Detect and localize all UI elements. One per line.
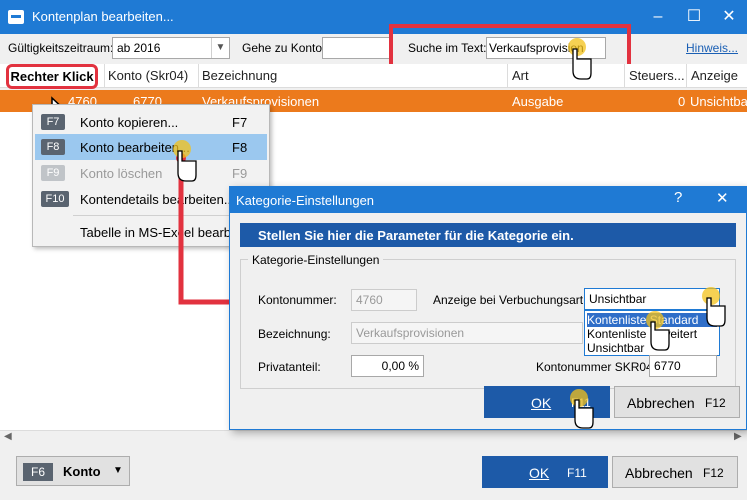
goto-input[interactable] <box>322 37 390 59</box>
footer-bar: F6 Konto ▼ OK F11 Abbrechen F12 <box>0 446 747 500</box>
click-hand-icon <box>646 311 670 351</box>
dialog-titlebar: Kategorie-Einstellungen ? ✕ <box>230 187 746 213</box>
cancel-button[interactable]: Abbrechen F12 <box>612 456 738 488</box>
cell-anzeige: Unsichtbar <box>690 94 747 109</box>
search-label: Suche im Text: <box>408 41 487 55</box>
dialog-banner: Stellen Sie hier die Parameter für die K… <box>240 223 736 247</box>
anzeige-label: Anzeige bei Verbuchungsart 3: <box>433 293 597 307</box>
privat-field[interactable]: 0,00 % <box>351 355 424 377</box>
menu-item-label: Konto löschen <box>80 166 163 181</box>
scroll-right-icon[interactable]: ▶ <box>734 431 742 442</box>
kontonummer-field: 4760 <box>351 289 417 311</box>
cell-steuer: 0 <box>678 94 686 109</box>
cell-art: Ausgabe <box>512 94 564 109</box>
banner-text: Stellen Sie hier die Parameter für die K… <box>258 228 574 243</box>
validity-label: Gültigkeitszeitraum: <box>8 41 114 55</box>
skr04-field[interactable]: 6770 <box>649 355 717 377</box>
maximize-button[interactable]: ☐ <box>676 0 712 34</box>
help-button[interactable]: ? <box>674 189 682 206</box>
kontonummer-label: Kontonummer: <box>258 293 337 307</box>
column-art[interactable]: Art <box>512 68 529 83</box>
close-button[interactable]: ✕ <box>711 0 747 34</box>
click-hand-icon <box>568 38 592 80</box>
click-hand-icon <box>702 287 726 327</box>
column-bezeichnung[interactable]: Bezeichnung <box>202 68 277 83</box>
validity-value: ab 2016 <box>117 41 161 55</box>
minimize-button[interactable]: – <box>640 0 676 34</box>
dropdown-option[interactable]: Unsichtbar <box>587 341 644 355</box>
grid-header: Konto (Skr04) Bezeichnung Art Steuers...… <box>0 64 747 88</box>
app-icon <box>8 10 24 24</box>
key-badge: F6 <box>23 463 53 481</box>
group-label: Kategorie-Einstellungen <box>248 253 384 267</box>
hint-link[interactable]: Hinweis... <box>686 41 738 55</box>
dialog-title: Kategorie-Einstellungen <box>236 193 375 208</box>
chevron-down-icon: ▼ <box>113 465 123 476</box>
column-konto[interactable]: Konto (Skr04) <box>108 68 188 83</box>
key-badge: F9 <box>41 165 65 181</box>
window-titlebar: Kontenplan bearbeiten... – ☐ ✕ <box>0 0 747 34</box>
menu-item-label: Konto kopieren... <box>80 115 179 130</box>
menu-item-shortcut: F7 <box>232 115 248 130</box>
privat-label: Privatanteil: <box>258 360 321 374</box>
key-badge: F8 <box>41 139 65 155</box>
ok-button[interactable]: OK F11 <box>482 456 608 488</box>
right-click-callout: Rechter Klick <box>6 64 98 89</box>
validity-select[interactable]: ab 2016 ▼ <box>112 37 230 59</box>
anzeige-value: Unsichtbar <box>589 292 647 306</box>
goto-label: Gehe zu Konto: <box>242 41 326 55</box>
filter-toolbar: Gültigkeitszeitraum: ab 2016 ▼ Gehe zu K… <box>0 24 747 68</box>
dialog-cancel-button[interactable]: Abbrechen F12 <box>614 386 740 418</box>
bezeichnung-field: Verkaufsprovisionen <box>351 322 583 344</box>
key-badge: F10 <box>41 191 69 207</box>
click-hand-icon <box>570 389 594 429</box>
konto-menu-label: Konto <box>63 464 101 479</box>
window-title: Kontenplan bearbeiten... <box>32 9 174 24</box>
skr04-label: Kontonummer SKR04: <box>536 360 657 374</box>
column-steuer[interactable]: Steuers... <box>629 68 685 83</box>
click-hand-icon <box>173 140 197 182</box>
scroll-left-icon[interactable]: ◀ <box>4 431 12 442</box>
horizontal-scrollbar[interactable]: ◀ ▶ <box>0 430 747 446</box>
dialog-close-button[interactable]: ✕ <box>716 189 729 207</box>
chevron-down-icon[interactable]: ▼ <box>211 38 229 58</box>
bezeichnung-label: Bezeichnung: <box>258 327 331 341</box>
konto-menu-button[interactable]: F6 Konto ▼ <box>16 456 130 486</box>
column-anzeige[interactable]: Anzeige <box>691 68 738 83</box>
menu-item-copy[interactable]: F7 Konto kopieren... F7 <box>35 109 267 135</box>
key-badge: F7 <box>41 114 65 130</box>
